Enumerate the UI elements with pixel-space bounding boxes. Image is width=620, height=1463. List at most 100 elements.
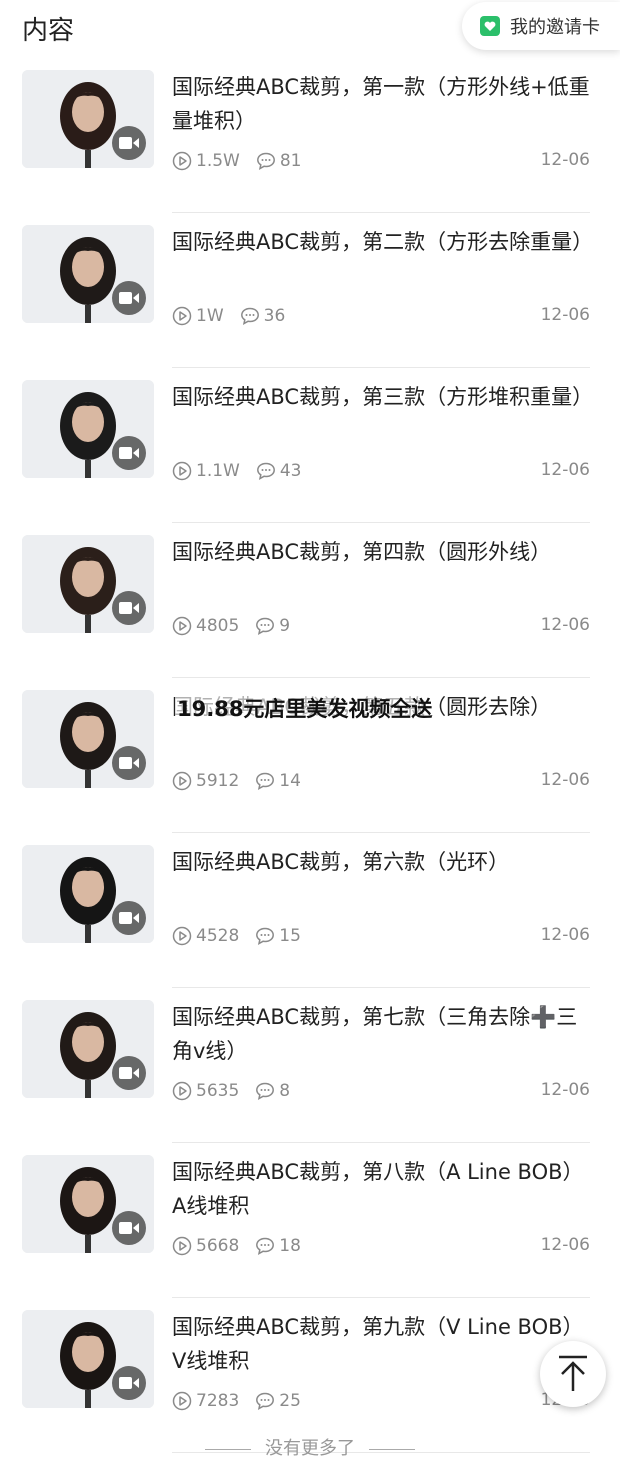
comment-count: 9 xyxy=(255,616,290,636)
play-circle-icon xyxy=(172,1391,192,1411)
item-date: 12-06 xyxy=(540,925,590,945)
video-thumbnail[interactable] xyxy=(22,70,154,168)
video-play-icon xyxy=(112,436,146,470)
comment-bubble-icon xyxy=(256,152,275,170)
list-item[interactable]: 国际经典ABC裁剪，第三款（方形堆积重量） 1.1W 43 12-06 xyxy=(0,368,620,523)
comment-count-value: 14 xyxy=(279,771,301,791)
list-item[interactable]: 国际经典ABC裁剪，第四款（圆形外线） 4805 9 12-06 xyxy=(0,523,620,678)
comment-count-value: 18 xyxy=(279,1236,301,1256)
comment-bubble-icon xyxy=(256,772,275,790)
video-thumbnail[interactable] xyxy=(22,380,154,478)
comment-bubble-icon xyxy=(256,462,275,480)
video-play-icon xyxy=(112,746,146,780)
item-date: 12-06 xyxy=(540,1080,590,1100)
comment-bubble-icon xyxy=(256,1392,275,1410)
video-thumbnail[interactable] xyxy=(22,1310,154,1408)
list-item[interactable]: 国际经典ABC裁剪，第八款（A Line BOB）A线堆积 5668 18 12… xyxy=(0,1143,620,1298)
comment-bubble-icon xyxy=(256,927,275,945)
item-title[interactable]: 国际经典ABC裁剪，第六款（光环） xyxy=(172,845,592,879)
item-stats: 4805 9 xyxy=(172,613,306,639)
comment-bubble-icon xyxy=(256,1237,275,1255)
divider xyxy=(369,1448,415,1450)
item-stats: 4528 15 xyxy=(172,923,317,949)
comment-count: 36 xyxy=(240,306,286,326)
list-end-footer: 没有更多了 xyxy=(0,1434,620,1460)
view-count-value: 4805 xyxy=(196,616,240,636)
item-date: 12-06 xyxy=(540,305,590,325)
comment-count: 25 xyxy=(255,1391,301,1411)
heart-card-icon xyxy=(480,16,500,36)
item-title[interactable]: 国际经典ABC裁剪，第八款（A Line BOB）A线堆积 xyxy=(172,1155,592,1223)
list-item[interactable]: 国际经典ABC裁剪，第一款（方形外线+低重量堆积） 1.5W 81 12-06 xyxy=(0,58,620,213)
promo-overlay-text: 19.88元店里美发视频全送 xyxy=(175,693,435,723)
arrow-up-icon xyxy=(559,1355,587,1391)
back-to-top-button[interactable] xyxy=(540,1341,606,1407)
view-count-value: 4528 xyxy=(196,926,240,946)
play-circle-icon xyxy=(172,926,192,946)
header: 内容 我的邀请卡 xyxy=(0,0,620,56)
play-circle-icon xyxy=(172,616,192,636)
item-stats: 5635 8 xyxy=(172,1078,306,1104)
content-list: 国际经典ABC裁剪，第一款（方形外线+低重量堆积） 1.5W 81 12-06 xyxy=(0,58,620,1453)
view-count: 4805 xyxy=(172,616,239,636)
video-thumbnail[interactable] xyxy=(22,1155,154,1253)
view-count: 1.1W xyxy=(172,461,240,481)
video-thumbnail[interactable] xyxy=(22,1000,154,1098)
view-count-value: 5668 xyxy=(196,1236,240,1256)
item-title[interactable]: 国际经典ABC裁剪，第二款（方形去除重量） xyxy=(172,225,593,259)
video-thumbnail[interactable] xyxy=(22,225,154,323)
list-item[interactable]: 国际经典ABC裁剪，第七款（三角去除➕三角v线） 5635 8 12-06 xyxy=(0,988,620,1143)
video-play-icon xyxy=(112,1056,146,1090)
item-date: 12-06 xyxy=(540,615,590,635)
video-thumbnail[interactable] xyxy=(22,535,154,633)
item-title[interactable]: 国际经典ABC裁剪，第七款（三角去除➕三角v线） xyxy=(172,1000,592,1068)
comment-count-value: 36 xyxy=(263,306,286,326)
list-item[interactable]: 国际经典ABC裁剪，第六款（光环） 4528 15 12-06 xyxy=(0,833,620,988)
list-item[interactable]: 国际经典ABC裁剪，第二款（方形去除重量） 1W 36 12-06 xyxy=(0,213,620,368)
item-stats: 5912 14 xyxy=(172,768,317,794)
view-count: 1W xyxy=(172,306,224,326)
view-count: 1.5W xyxy=(172,151,240,171)
comment-bubble-icon xyxy=(240,307,259,325)
comment-count-value: 25 xyxy=(279,1391,301,1411)
invite-card-label: 我的邀请卡 xyxy=(510,17,600,38)
video-play-icon xyxy=(112,281,146,315)
divider xyxy=(205,1448,251,1450)
view-count-value: 5912 xyxy=(196,771,240,791)
item-title[interactable]: 国际经典ABC裁剪，第三款（方形堆积重量） xyxy=(172,380,593,414)
item-title[interactable]: 国际经典ABC裁剪，第九款（V Line BOB）V线堆积 xyxy=(172,1310,592,1378)
play-circle-icon xyxy=(172,461,192,481)
play-circle-icon xyxy=(172,306,192,326)
item-date: 12-06 xyxy=(540,460,590,480)
view-count-value: 1W xyxy=(196,306,224,326)
view-count-value: 5635 xyxy=(196,1081,240,1101)
video-play-icon xyxy=(112,901,146,935)
video-thumbnail[interactable] xyxy=(22,845,154,943)
video-play-icon xyxy=(112,1211,146,1245)
page-title: 内容 xyxy=(22,16,75,46)
view-count: 5668 xyxy=(172,1236,239,1256)
item-stats: 1.1W 43 xyxy=(172,458,318,484)
comment-count: 18 xyxy=(255,1236,301,1256)
comment-bubble-icon xyxy=(256,617,275,635)
view-count: 5635 xyxy=(172,1081,239,1101)
invite-card-button[interactable]: 我的邀请卡 xyxy=(462,2,620,50)
view-count: 7283 xyxy=(172,1391,239,1411)
video-thumbnail[interactable] xyxy=(22,690,154,788)
item-date: 12-06 xyxy=(540,150,590,170)
list-item[interactable]: 国际经典ABC裁剪，第九款（V Line BOB）V线堆积 7283 25 12… xyxy=(0,1298,620,1453)
video-play-icon xyxy=(112,126,146,160)
comment-count-value: 81 xyxy=(279,151,302,171)
comment-count-value: 15 xyxy=(279,926,301,946)
play-circle-icon xyxy=(172,151,192,171)
comment-count: 15 xyxy=(255,926,301,946)
item-stats: 5668 18 xyxy=(172,1233,317,1259)
video-play-icon xyxy=(112,1366,146,1400)
no-more-label: 没有更多了 xyxy=(265,1438,355,1459)
comment-count-value: 9 xyxy=(279,616,291,636)
comment-count: 14 xyxy=(255,771,301,791)
item-title[interactable]: 国际经典ABC裁剪，第四款（圆形外线） xyxy=(172,535,592,569)
comment-count-value: 43 xyxy=(279,461,302,481)
item-title[interactable]: 国际经典ABC裁剪，第一款（方形外线+低重量堆积） xyxy=(172,70,592,138)
comment-bubble-icon xyxy=(256,1082,275,1100)
